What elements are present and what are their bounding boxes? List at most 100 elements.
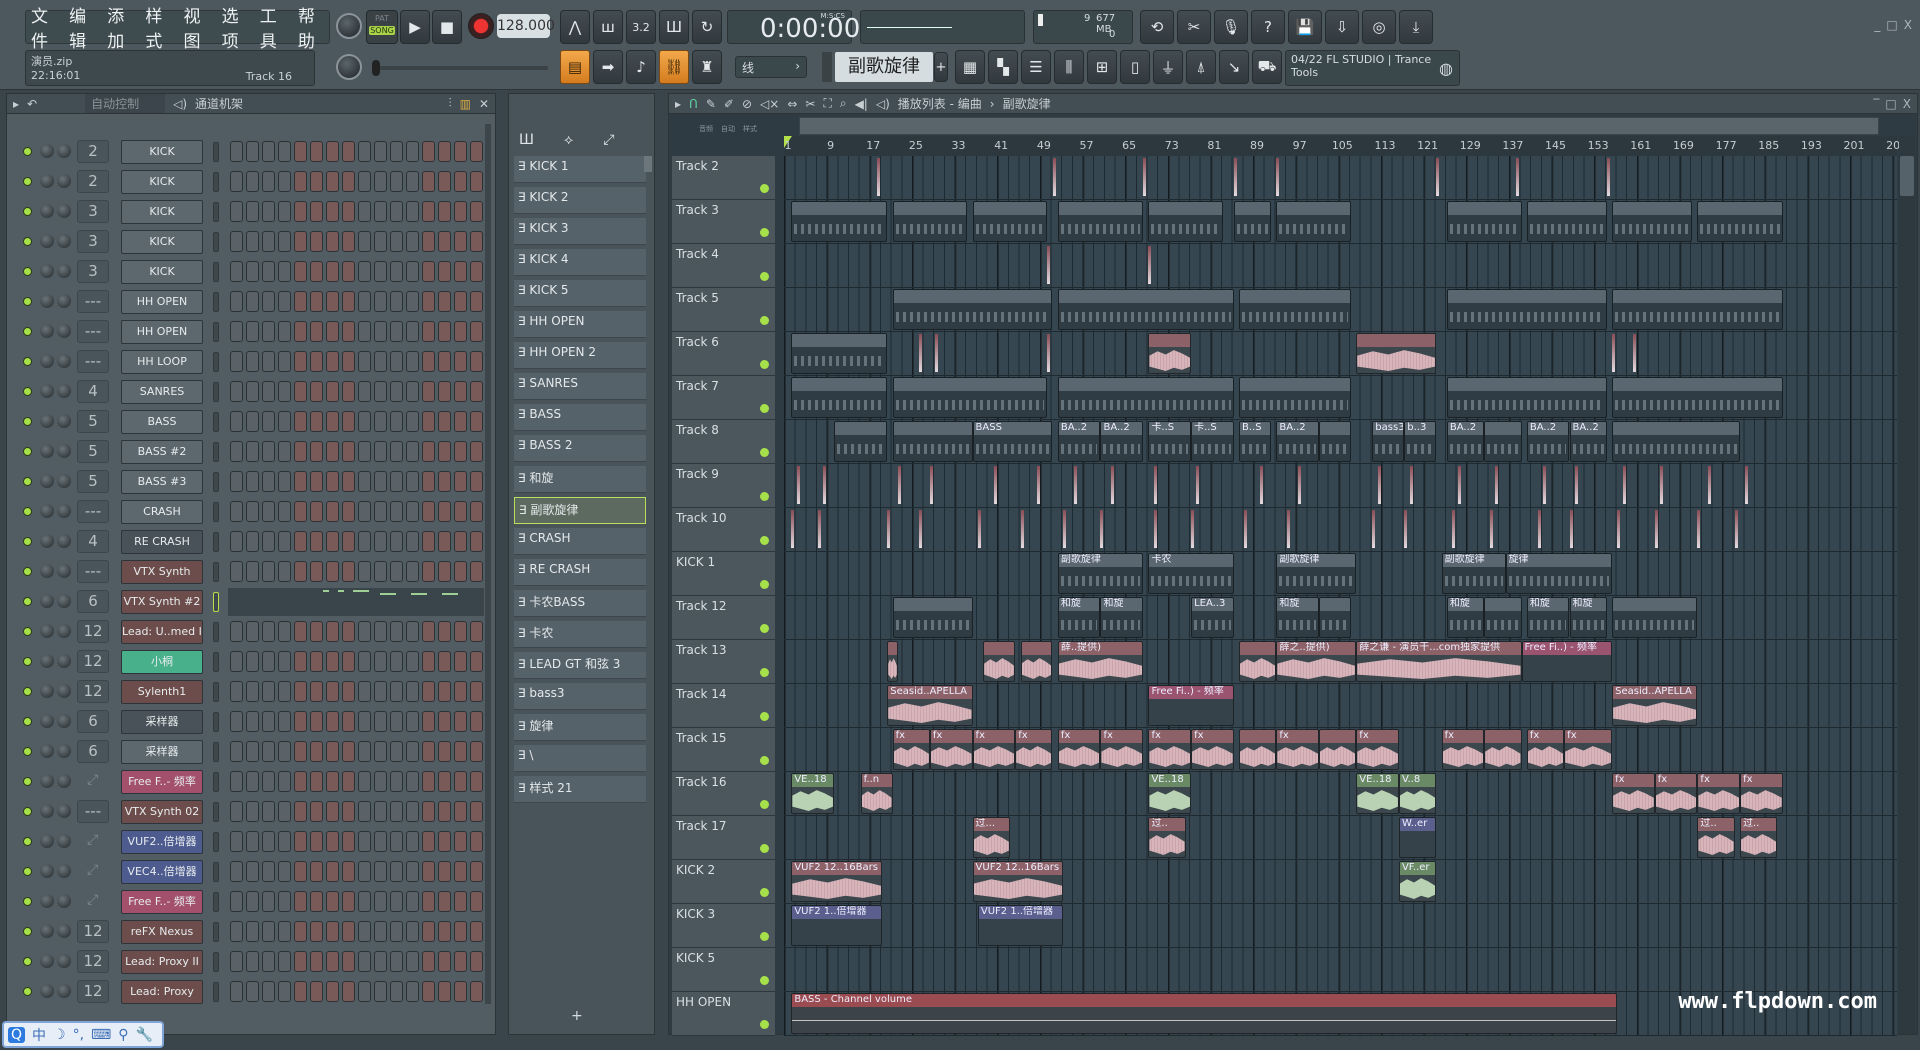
mixer-track-number[interactable]: --- <box>77 800 109 823</box>
track-header[interactable]: KICK 1 <box>672 552 775 596</box>
track-header[interactable]: KICK 5 <box>672 948 775 992</box>
track-mute-led[interactable] <box>760 448 769 457</box>
automation-spike[interactable] <box>1574 466 1578 504</box>
loop-record-button[interactable]: ↻ <box>692 10 722 44</box>
mixer-track-number[interactable]: --- <box>77 320 109 343</box>
step-button[interactable] <box>278 651 291 672</box>
step-button[interactable] <box>406 441 419 462</box>
automation-spike[interactable] <box>1233 158 1237 196</box>
step-button[interactable] <box>422 711 435 732</box>
automation-spike[interactable] <box>919 334 923 372</box>
step-button[interactable] <box>390 501 403 522</box>
mixer-track-number[interactable]: 12 <box>77 650 109 673</box>
pattern-clip[interactable]: bass3 <box>1372 421 1405 462</box>
step-button[interactable] <box>326 831 339 852</box>
channel-name-button[interactable]: SANRES <box>121 380 203 404</box>
track-mute-led[interactable] <box>760 184 769 193</box>
step-button[interactable] <box>422 141 435 162</box>
step-edit-button[interactable]: Ш <box>659 10 689 44</box>
pattern-item[interactable]: ∃ 和旋 <box>514 466 646 493</box>
step-button[interactable] <box>246 261 259 282</box>
automation-spike[interactable] <box>1633 334 1637 372</box>
playlist-button[interactable]: ▦ <box>955 50 985 84</box>
pattern-clip[interactable]: BA..2 <box>1057 421 1101 462</box>
step-button[interactable] <box>310 531 323 552</box>
step-button[interactable] <box>438 951 451 972</box>
automation-spike[interactable] <box>1409 466 1413 504</box>
step-button[interactable] <box>390 291 403 312</box>
step-button[interactable] <box>406 801 419 822</box>
channel-pan-knob[interactable] <box>40 804 54 818</box>
step-button[interactable] <box>438 561 451 582</box>
step-button[interactable] <box>390 471 403 492</box>
note[interactable] <box>353 590 369 592</box>
mixer-track-number[interactable]: 2 <box>77 140 109 163</box>
step-button[interactable] <box>374 831 387 852</box>
track-header[interactable]: Track 6 <box>672 332 775 376</box>
step-button[interactable] <box>422 321 435 342</box>
step-button[interactable] <box>230 711 243 732</box>
add-pattern-button[interactable]: + <box>934 52 948 82</box>
track-header[interactable]: KICK 3 <box>672 904 775 948</box>
pattern-item[interactable]: ∃ \ <box>514 745 646 772</box>
slip-tool-icon[interactable]: ⇔ <box>787 97 797 111</box>
step-button[interactable] <box>310 681 323 702</box>
pattern-clip[interactable] <box>1057 201 1144 242</box>
step-button[interactable] <box>422 801 435 822</box>
step-button[interactable] <box>358 471 371 492</box>
automation-spike[interactable] <box>919 510 923 548</box>
pattern-clip[interactable] <box>1484 421 1522 462</box>
step-button[interactable] <box>310 381 323 402</box>
step-button[interactable] <box>294 561 307 582</box>
step-button[interactable] <box>358 621 371 642</box>
step-button[interactable] <box>294 921 307 942</box>
step-button[interactable] <box>374 291 387 312</box>
pattern-clip[interactable] <box>1526 201 1607 242</box>
step-button[interactable] <box>454 441 467 462</box>
close-button[interactable]: X <box>1904 18 1912 32</box>
step-button[interactable] <box>406 471 419 492</box>
step-button[interactable] <box>246 771 259 792</box>
audio-clip[interactable]: fx <box>1356 729 1399 770</box>
step-button[interactable] <box>390 681 403 702</box>
track-header[interactable]: Track 3 <box>672 200 775 244</box>
audio-clip[interactable]: 薛之..提供) <box>1276 641 1357 682</box>
step-button[interactable] <box>230 681 243 702</box>
channel-name-button[interactable]: VUF2..倍增器 <box>121 830 203 854</box>
automation-spike[interactable] <box>1047 246 1051 284</box>
channel-rack-button[interactable]: ☰ <box>1021 50 1051 84</box>
step-button[interactable] <box>310 231 323 252</box>
channel-name-button[interactable]: HH LOOP <box>121 350 203 374</box>
channel-pan-knob[interactable] <box>40 444 54 458</box>
step-button[interactable] <box>230 891 243 912</box>
pattern-item[interactable]: ∃ KICK 2 <box>514 187 646 214</box>
pattern-clip[interactable] <box>1057 377 1234 418</box>
step-button[interactable] <box>406 981 419 1002</box>
chat-button[interactable]: ◎ <box>1362 10 1396 44</box>
step-button[interactable] <box>326 471 339 492</box>
step-button[interactable] <box>326 261 339 282</box>
step-button[interactable] <box>454 831 467 852</box>
step-button[interactable] <box>374 711 387 732</box>
mixer-track-number[interactable]: 3 <box>77 200 109 223</box>
channel-pan-knob[interactable] <box>40 144 54 158</box>
audio-clip[interactable] <box>1148 333 1192 374</box>
channel-pan-knob[interactable] <box>40 954 54 968</box>
channel-select-indicator[interactable] <box>213 802 219 822</box>
step-button[interactable] <box>438 351 451 372</box>
step-button[interactable] <box>470 531 483 552</box>
step-button[interactable] <box>262 351 275 372</box>
channel-mute-led[interactable] <box>23 927 32 936</box>
piano-typing-button[interactable]: ▤ <box>560 50 590 84</box>
channel-name-button[interactable]: VEC4..倍增器 <box>121 860 203 884</box>
automation-spike[interactable] <box>929 466 933 504</box>
step-button[interactable] <box>310 561 323 582</box>
automation-spike[interactable] <box>1569 510 1573 548</box>
step-button[interactable] <box>262 711 275 732</box>
channel-volume-knob[interactable] <box>57 384 71 398</box>
note[interactable] <box>323 590 329 592</box>
pattern-item[interactable]: ∃ LEAD GT 和弦 3 <box>514 652 646 679</box>
step-button[interactable] <box>358 951 371 972</box>
pattern-clip[interactable] <box>1319 597 1351 638</box>
delete-tool-icon[interactable]: ⊘ <box>742 97 752 111</box>
